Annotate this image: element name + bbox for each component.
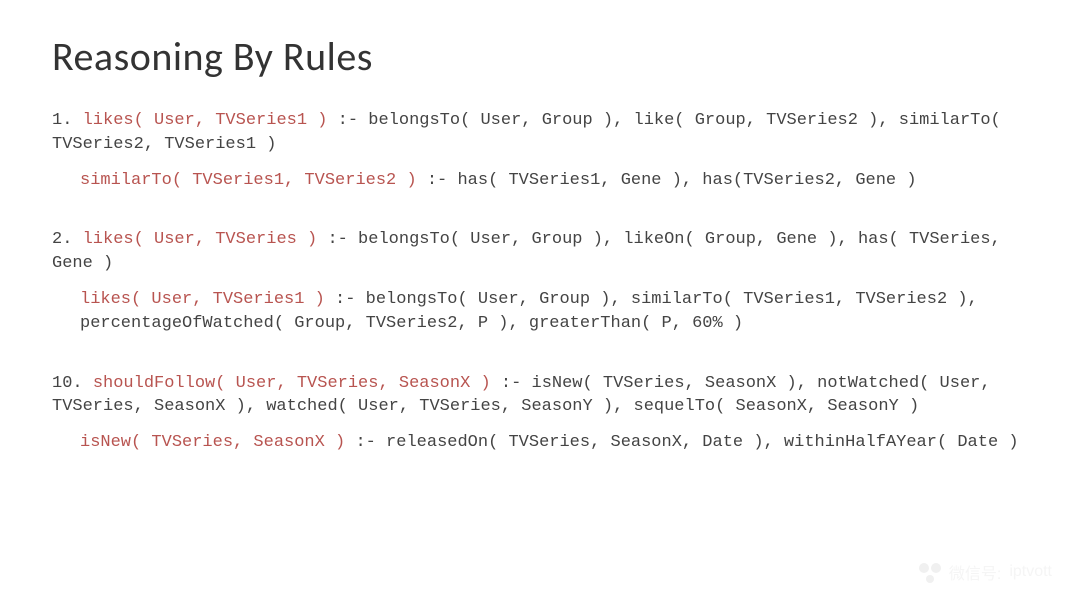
rules-container: 1. likes( User, TVSeries1 ) :- belongsTo… <box>52 109 1028 455</box>
rule-head: shouldFollow( User, TVSeries, SeasonX ) <box>93 374 491 393</box>
rule-10: 10. shouldFollow( User, TVSeries, Season… <box>52 372 1028 455</box>
wechat-icon <box>919 561 941 583</box>
rule-sub: similarTo( TVSeries1, TVSeries2 ) :- has… <box>80 169 1028 193</box>
rule-head: likes( User, TVSeries1 ) <box>83 111 328 130</box>
rule-2: 2. likes( User, TVSeries ) :- belongsTo(… <box>52 228 1028 335</box>
rule-main: 10. shouldFollow( User, TVSeries, Season… <box>52 372 1028 420</box>
watermark-value: iptvott <box>1009 563 1052 581</box>
rule-sub-head: similarTo( TVSeries1, TVSeries2 ) <box>80 171 417 190</box>
rule-1: 1. likes( User, TVSeries1 ) :- belongsTo… <box>52 109 1028 192</box>
rule-main: 1. likes( User, TVSeries1 ) :- belongsTo… <box>52 109 1028 157</box>
rule-sub-body: :- has( TVSeries1, Gene ), has(TVSeries2… <box>417 171 917 190</box>
rule-sub-head: isNew( TVSeries, SeasonX ) <box>80 433 345 452</box>
rule-number: 2. <box>52 230 72 249</box>
rule-number: 10. <box>52 374 83 393</box>
rule-sub: likes( User, TVSeries1 ) :- belongsTo( U… <box>80 288 1028 336</box>
slide-content: Reasoning By Rules 1. likes( User, TVSer… <box>0 0 1080 523</box>
rule-head: likes( User, TVSeries ) <box>83 230 318 249</box>
rule-sub-body: :- releasedOn( TVSeries, SeasonX, Date )… <box>345 433 1018 452</box>
slide-title: Reasoning By Rules <box>52 32 1028 81</box>
rule-sub: isNew( TVSeries, SeasonX ) :- releasedOn… <box>80 431 1028 455</box>
rule-sub-head: likes( User, TVSeries1 ) <box>80 290 325 309</box>
watermark: 微信号: iptvott <box>919 560 1052 584</box>
rule-main: 2. likes( User, TVSeries ) :- belongsTo(… <box>52 228 1028 276</box>
rule-number: 1. <box>52 111 72 130</box>
watermark-label: 微信号: <box>949 560 1001 584</box>
